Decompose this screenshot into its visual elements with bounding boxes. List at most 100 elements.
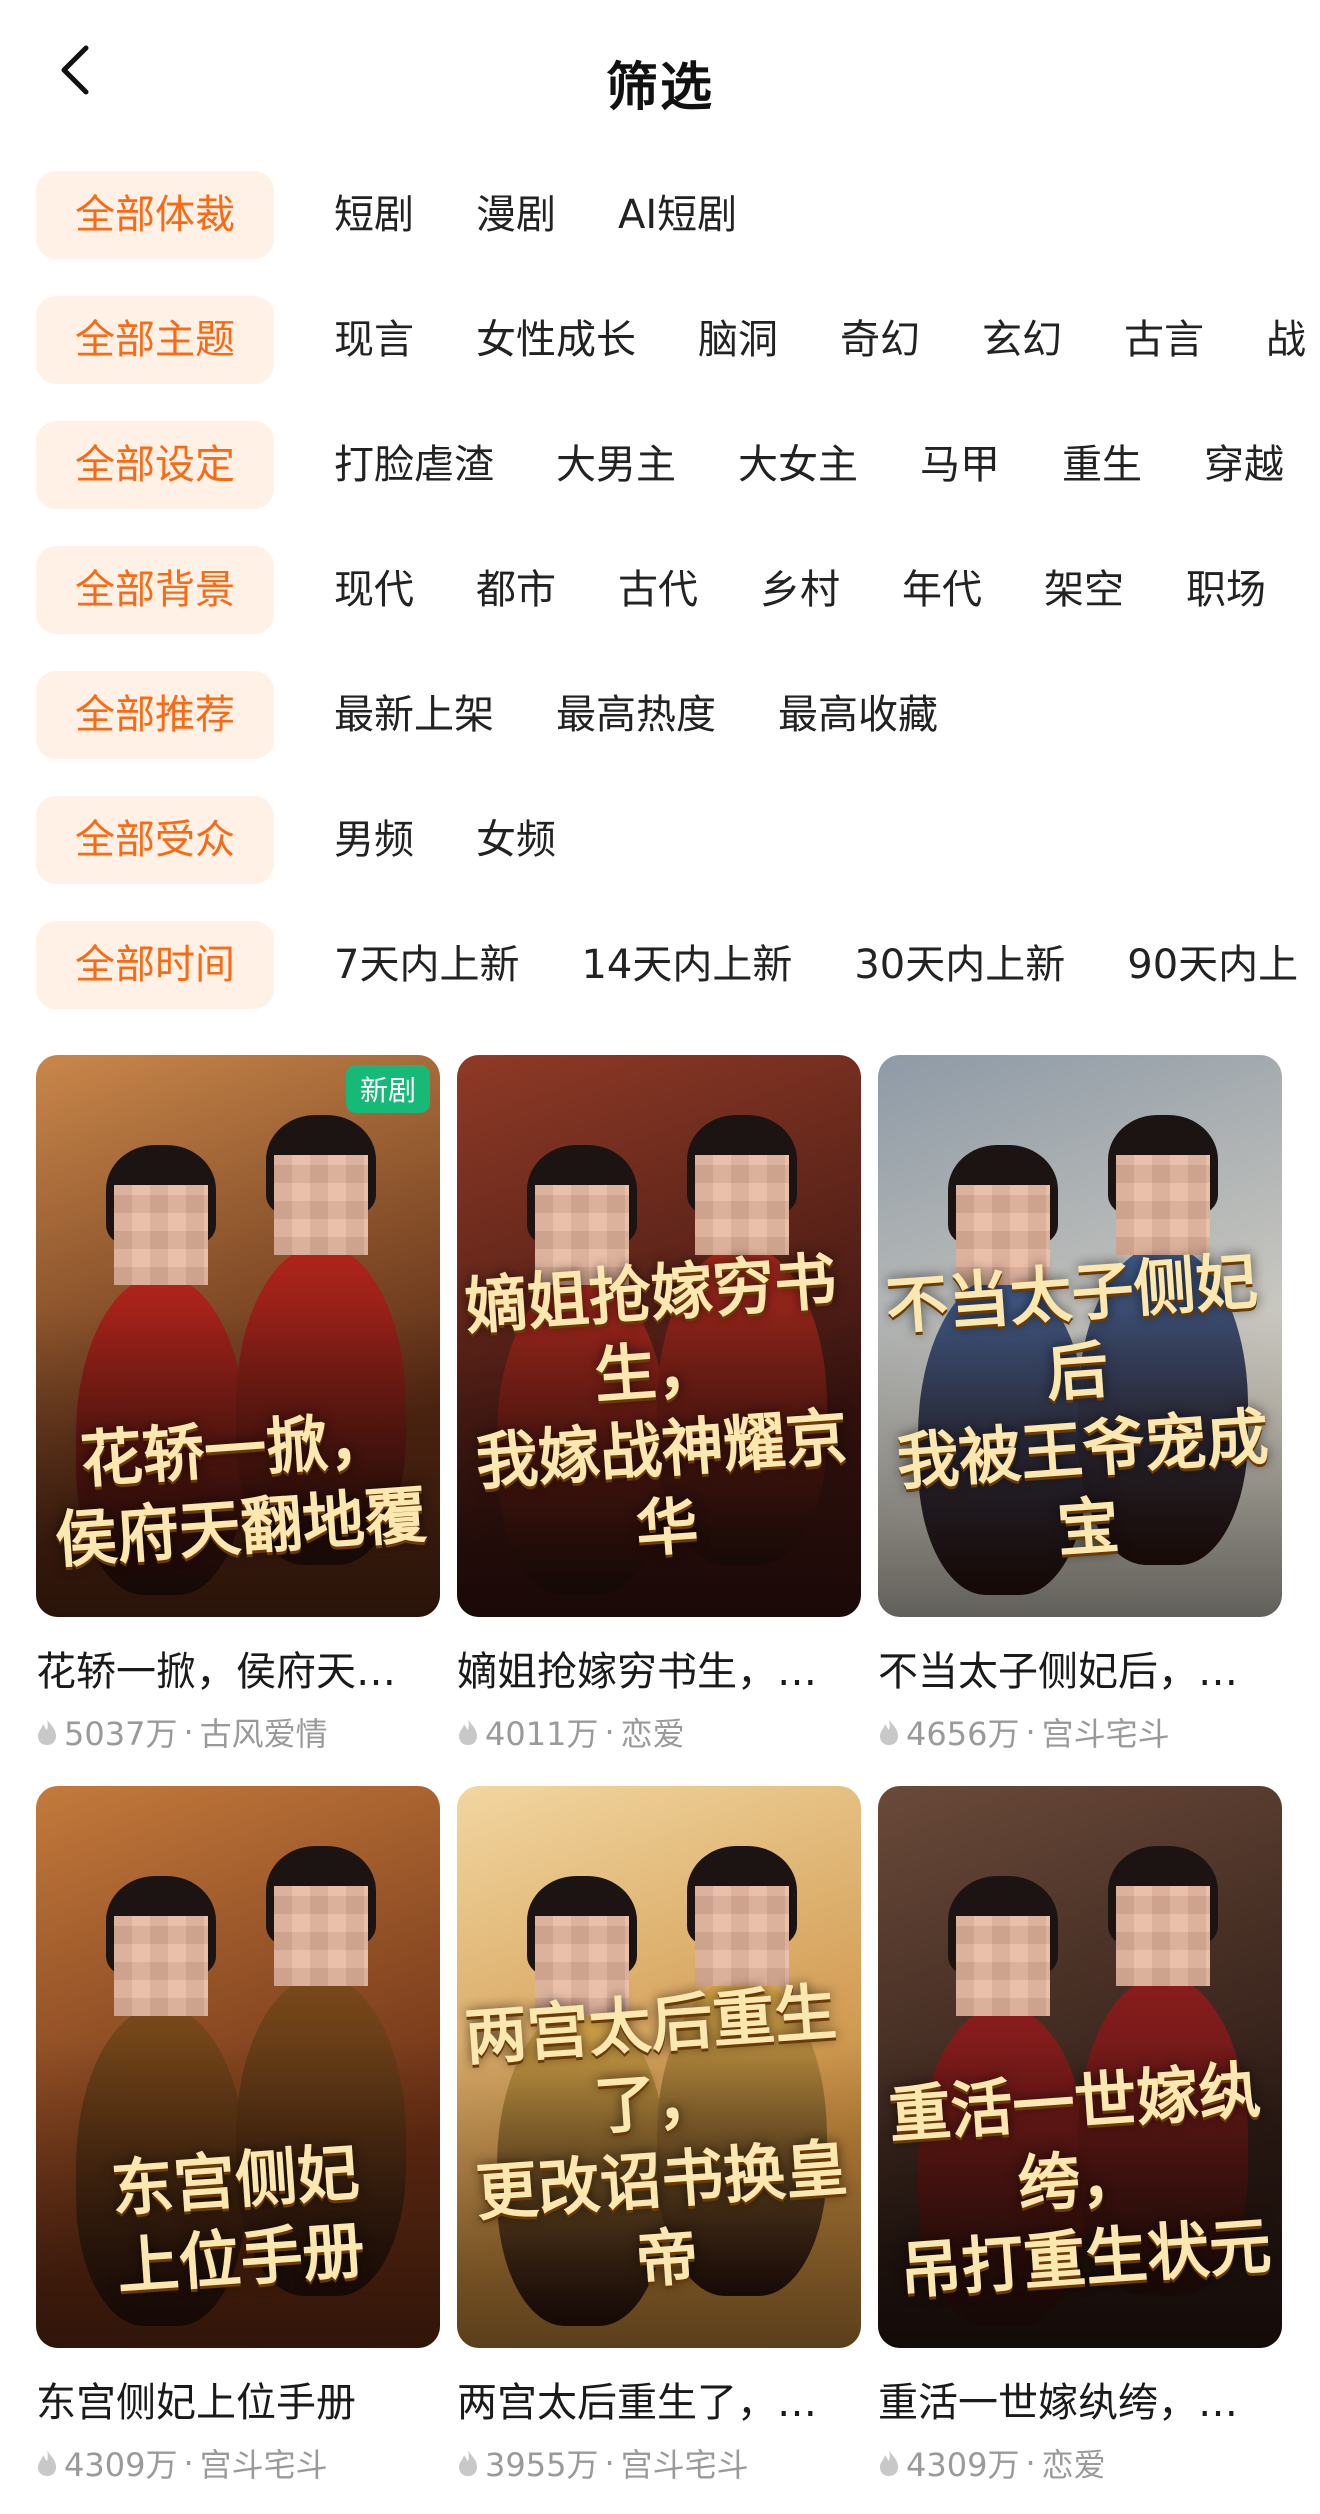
filter-options: 现代 都市 古代 乡村 年代 架空 职场: [334, 546, 1266, 634]
genre-label: 恋爱: [620, 1715, 685, 1753]
page-title: 筛选: [605, 58, 714, 118]
filter-option[interactable]: 古代: [618, 546, 698, 634]
filter-options: 现言 女性成长 脑洞 奇幻 玄幻 古言战: [334, 296, 1306, 384]
filter-option[interactable]: 架空: [1044, 546, 1124, 634]
header: 筛选: [0, 0, 1320, 160]
poster-title-art: 重活一世嫁纨绔， 吊打重生状元: [878, 2050, 1282, 2312]
drama-card[interactable]: 两宫太后重生了， 更改诏书换皇帝两宫太后重生了，… 3955万 · 宫斗宅斗: [457, 1786, 861, 2486]
drama-title: 东宫侧妃上位手册: [36, 2380, 356, 2426]
drama-poster[interactable]: 重活一世嫁纨绔， 吊打重生状元: [878, 1786, 1282, 2348]
drama-meta: 3955万 · 宫斗宅斗: [457, 2440, 861, 2486]
view-count: 4309万: [64, 2446, 178, 2484]
meta-separator: ·: [604, 2444, 615, 2482]
filter-option[interactable]: 现代: [334, 546, 414, 634]
filter-option[interactable]: 乡村: [760, 546, 840, 634]
filter-option[interactable]: 最新上架: [334, 671, 494, 759]
filter-page: 筛选 全部体裁 短剧 漫剧 AI短剧 全部主题 现言 女性成长 脑洞 奇幻 玄幻 古言战全部设定 打脸…: [0, 0, 1320, 2514]
filter-option[interactable]: 都市: [476, 546, 556, 634]
drama-poster[interactable]: 花轿一掀， 侯府天翻地覆 新剧: [36, 1055, 440, 1617]
filter-row: 全部推荐 最新上架 最高热度 最高收藏: [0, 665, 1320, 790]
view-count: 4011万: [485, 1715, 599, 1753]
drama-poster[interactable]: 两宫太后重生了， 更改诏书换皇帝: [457, 1786, 861, 2348]
filter-option[interactable]: 女频: [476, 796, 556, 884]
filter-option[interactable]: AI短剧: [618, 171, 737, 259]
filter-option[interactable]: 短剧: [334, 171, 414, 259]
filter-all-chip[interactable]: 全部推荐: [36, 671, 274, 759]
drama-card[interactable]: 不当太子侧妃后 我被王爷宠成宝不当太子侧妃后，… 4656万 · 宫斗宅斗: [878, 1055, 1282, 1755]
flame-icon: [38, 1719, 56, 1745]
filter-option[interactable]: 职场: [1186, 546, 1266, 634]
filter-options: 7天内上新 14天内上新 30天内上新 90天内上: [334, 921, 1298, 1009]
filter-option[interactable]: 马甲: [920, 421, 1000, 509]
filter-row: 全部受众 男频 女频: [0, 790, 1320, 915]
filter-option[interactable]: 重生: [1062, 421, 1142, 509]
filter-option[interactable]: 大男主: [556, 421, 676, 509]
drama-poster[interactable]: 嫡姐抢嫁穷书生， 我嫁战神耀京华: [457, 1055, 861, 1617]
poster-title-line: 我嫁战神耀京华: [473, 1400, 850, 1566]
drama-meta: 4656万 · 宫斗宅斗: [878, 1709, 1282, 1755]
drama-title: 花轿一掀，侯府天…: [36, 1649, 396, 1695]
filter-row: 全部时间 7天内上新 14天内上新 30天内上新 90天内上: [0, 915, 1320, 1040]
drama-poster[interactable]: 不当太子侧妃后 我被王爷宠成宝: [878, 1055, 1282, 1617]
filter-option[interactable]: 最高收藏: [778, 671, 938, 759]
filter-option[interactable]: 30天内上新: [854, 921, 1065, 1009]
drama-title: 嫡姐抢嫁穷书生，…: [457, 1649, 817, 1695]
filter-option[interactable]: 男频: [334, 796, 414, 884]
filter-options: 最新上架 最高热度 最高收藏: [334, 671, 938, 759]
filter-option[interactable]: 年代: [902, 546, 982, 634]
filter-options: 男频 女频: [334, 796, 556, 884]
genre-label: 宫斗宅斗: [620, 2446, 749, 2484]
poster-title-line: 两宫太后重生了，: [462, 1975, 839, 2144]
filter-all-chip[interactable]: 全部受众: [36, 796, 274, 884]
filter-all-chip[interactable]: 全部体裁: [36, 171, 274, 259]
view-count: 4309万: [906, 2446, 1020, 2484]
poster-title-line: 嫡姐抢嫁穷书生，: [462, 1244, 839, 1413]
filter-option[interactable]: 最高热度: [556, 671, 716, 759]
drama-title: 两宫太后重生了，…: [457, 2380, 817, 2426]
filter-option[interactable]: 玄幻: [982, 296, 1062, 384]
flame-icon: [459, 2450, 477, 2476]
filter-row: 全部体裁 短剧 漫剧 AI短剧: [0, 165, 1320, 290]
drama-poster[interactable]: 东宫侧妃 上位手册: [36, 1786, 440, 2348]
filter-option[interactable]: 穿越: [1204, 421, 1284, 509]
filter-option[interactable]: 打脸虐渣: [334, 421, 494, 509]
drama-card[interactable]: 重活一世嫁纨绔， 吊打重生状元 重活一世嫁纨绔，… 4309万 · 恋爱: [878, 1786, 1282, 2486]
poster-title-line: 重活一世嫁纨绔，: [886, 2053, 1263, 2222]
filter-option[interactable]: 古言: [1124, 296, 1204, 384]
drama-card[interactable]: 东宫侧妃 上位手册 东宫侧妃上位手册 4309万 · 宫斗宅斗: [36, 1786, 440, 2486]
filter-row: 全部设定 打脸虐渣 大男主 大女主 马甲 重生 穿越: [0, 415, 1320, 540]
filter-all-chip[interactable]: 全部设定: [36, 421, 274, 509]
filter-all-chip[interactable]: 全部背景: [36, 546, 274, 634]
filter-option[interactable]: 90天内上: [1127, 921, 1298, 1009]
filter-option[interactable]: 女性成长: [476, 296, 636, 384]
drama-card[interactable]: 嫡姐抢嫁穷书生， 我嫁战神耀京华嫡姐抢嫁穷书生，… 4011万 · 恋爱: [457, 1055, 861, 1755]
filter-panel: 全部体裁 短剧 漫剧 AI短剧 全部主题 现言 女性成长 脑洞 奇幻 玄幻 古言战全部设定 打脸虐渣大…: [0, 165, 1320, 1040]
filter-option[interactable]: 大女主: [738, 421, 858, 509]
filter-all-chip[interactable]: 全部时间: [36, 921, 274, 1009]
filter-option[interactable]: 奇幻: [840, 296, 920, 384]
view-count: 3955万: [485, 2446, 599, 2484]
filter-option[interactable]: 现言: [334, 296, 414, 384]
drama-meta: 4309万 · 恋爱: [878, 2440, 1282, 2486]
filter-option[interactable]: 7天内上新: [334, 921, 519, 1009]
filter-option[interactable]: 战: [1266, 296, 1306, 384]
drama-meta: 4309万 · 宫斗宅斗: [36, 2440, 440, 2486]
filter-option[interactable]: 漫剧: [476, 171, 556, 259]
filter-option[interactable]: 脑洞: [698, 296, 778, 384]
flame-icon: [880, 1719, 898, 1745]
poster-title-art: 不当太子侧妃后 我被王爷宠成宝: [878, 1241, 1282, 1580]
poster-title-art: 东宫侧妃 上位手册: [36, 2128, 440, 2312]
flame-icon: [880, 2450, 898, 2476]
filter-option[interactable]: 14天内上新: [581, 921, 792, 1009]
meta-separator: ·: [183, 2444, 194, 2482]
drama-title: 不当太子侧妃后，…: [878, 1649, 1238, 1695]
filter-all-chip[interactable]: 全部主题: [36, 296, 274, 384]
view-count: 4656万: [906, 1715, 1020, 1753]
drama-meta: 4011万 · 恋爱: [457, 1709, 861, 1755]
genre-label: 宫斗宅斗: [199, 2446, 328, 2484]
genre-label: 宫斗宅斗: [1041, 1715, 1170, 1753]
genre-label: 古风爱情: [199, 1715, 328, 1753]
filter-row: 全部背景 现代 都市 古代 乡村 年代 架空 职场: [0, 540, 1320, 665]
drama-card[interactable]: 花轿一掀， 侯府天翻地覆 新剧 花轿一掀，侯府天… 5037万 · 古风爱情: [36, 1055, 440, 1755]
meta-separator: ·: [604, 1713, 615, 1751]
